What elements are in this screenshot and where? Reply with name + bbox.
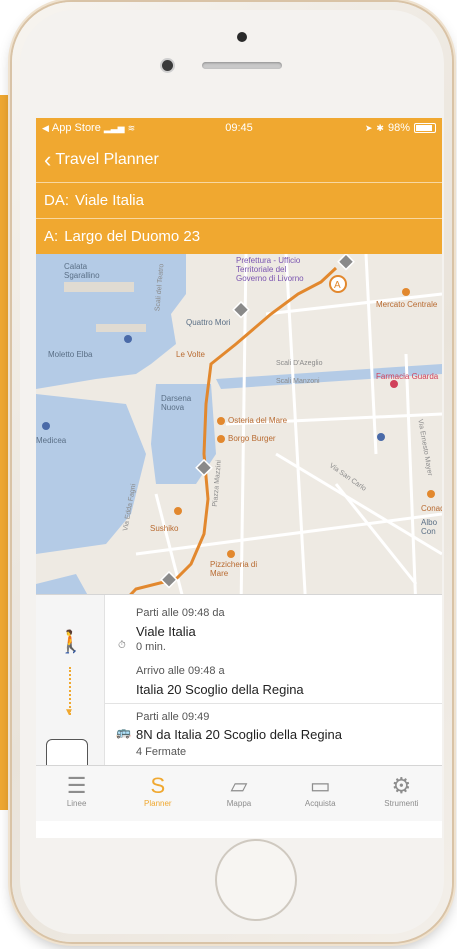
- chevron-left-icon[interactable]: ‹: [44, 149, 51, 171]
- route-icon: S: [150, 773, 166, 798]
- front-camera: [162, 60, 173, 71]
- street: [364, 254, 378, 455]
- tab-planner[interactable]: S Planner: [117, 766, 198, 821]
- tab-label: Acquista: [304, 799, 336, 808]
- tab-mappa[interactable]: ▱ Mappa: [198, 766, 279, 821]
- poi-dot: [390, 380, 398, 388]
- street: [135, 512, 442, 556]
- walk-duration: 0 min.: [136, 641, 166, 653]
- poi-dot: [124, 335, 132, 343]
- map-label: Mercato Centrale: [376, 300, 438, 309]
- map-label: Quattro Mori: [186, 318, 231, 327]
- list-icon: ☰: [66, 773, 87, 798]
- bus-small-icon: 🚌: [116, 725, 131, 739]
- poi-dot: [377, 433, 385, 441]
- walk-icon: 🚶: [57, 629, 85, 654]
- camera-dot: [237, 32, 247, 42]
- earpiece-speaker: [202, 62, 282, 69]
- map-label: Borgo Burger: [228, 434, 276, 443]
- map-label: Sushiko: [150, 524, 179, 533]
- route-map[interactable]: A Calata Sgarallino Prefettura - Ufficio…: [36, 254, 442, 610]
- home-button[interactable]: [215, 839, 297, 921]
- map-label: Calata Sgarallino: [64, 262, 100, 280]
- destination-value: Largo del Duomo 23: [64, 228, 201, 245]
- origin-value: Viale Italia: [75, 192, 144, 209]
- pier: [96, 324, 146, 332]
- stop-marker: [337, 254, 355, 271]
- bluetooth-icon: ✱: [376, 122, 384, 133]
- poi-dot: [217, 435, 225, 443]
- app-screen: ◀ App Store ▂▃▅ ≋ 09:45 ➤ ✱ 98% ‹ Travel…: [36, 118, 442, 838]
- walk-arrive-time: Arrivo alle 09:48 a: [136, 665, 225, 677]
- origin-field[interactable]: DA: Viale Italia: [36, 182, 442, 218]
- status-bar: ◀ App Store ▂▃▅ ≋ 09:45 ➤ ✱ 98%: [36, 118, 442, 138]
- walk-depart-time: Parti alle 09:48 da: [136, 607, 225, 619]
- street: [284, 254, 308, 610]
- map-label: Albo Con: [421, 518, 438, 536]
- map-label: Moletto Elba: [48, 350, 93, 359]
- stop-marker: [160, 570, 178, 589]
- destination-field[interactable]: A: Largo del Duomo 23: [36, 218, 442, 254]
- back-button[interactable]: Travel Planner: [55, 151, 158, 169]
- map-label: Scali Manzoni: [276, 378, 320, 385]
- tab-acquista[interactable]: ▭ Acquista: [280, 766, 361, 821]
- tab-linee[interactable]: ☰ Linee: [36, 766, 117, 821]
- arrow-down-icon: ▼: [64, 707, 74, 718]
- map-label: Osteria del Mare: [228, 416, 288, 425]
- map-label: Prefettura - Ufficio Territoriale del Go…: [236, 256, 304, 283]
- bus-line: 8N da Italia 20 Scoglio della Regina: [136, 727, 342, 742]
- tab-bar: ☰ Linee S Planner ▱ Mappa ▭ Acquista ⚙ S…: [36, 765, 442, 821]
- poi-dot: [227, 550, 235, 558]
- poi-dot: [42, 422, 50, 430]
- gear-icon: ⚙: [391, 773, 412, 798]
- tab-label: Planner: [144, 799, 172, 808]
- nav-bar: ‹ Travel Planner: [36, 138, 442, 182]
- signal-icon: ▂▃▅: [103, 122, 125, 133]
- map-label: Farmacia Guarda: [376, 372, 439, 381]
- status-carrier: App Store: [51, 122, 101, 134]
- battery-icon: [414, 123, 436, 133]
- bus-stops-count: 4 Fermate: [136, 746, 187, 758]
- status-battery: 98%: [387, 122, 410, 134]
- poi-dot: [217, 417, 225, 425]
- tab-label: Strumenti: [384, 799, 419, 808]
- tab-strumenti[interactable]: ⚙ Strumenti: [361, 766, 442, 821]
- map-label: Pizzicheria di Mare: [210, 560, 258, 578]
- map-label: Conad: [421, 504, 442, 513]
- timer-icon: ⏱: [118, 640, 126, 651]
- street: [334, 483, 418, 585]
- walk-to-stop: Italia 20 Scoglio della Regina: [136, 682, 304, 697]
- coast-water: [36, 394, 146, 554]
- tab-label: Mappa: [226, 799, 252, 808]
- map-label: Le Volte: [176, 350, 205, 359]
- poi-dot: [402, 288, 410, 296]
- origin-prefix: DA:: [44, 192, 70, 209]
- tab-label: Linee: [66, 799, 87, 808]
- pier: [64, 282, 134, 292]
- ticket-icon: ▭: [309, 773, 331, 798]
- poi-dot: [427, 490, 435, 498]
- destination-prefix: A:: [44, 228, 59, 245]
- step-divider: [104, 703, 442, 704]
- map-label: Darsena Nuova: [161, 394, 192, 412]
- bus-depart-time: Parti alle 09:49: [136, 711, 210, 723]
- destination-marker-letter: A: [334, 280, 341, 291]
- walk-from-stop: Viale Italia: [136, 624, 196, 639]
- itinerary-panel[interactable]: 🚶 ▼ Parti alle 09:48 da Viale Italia ⏱ 0…: [36, 594, 442, 771]
- wifi-icon: ≋: [127, 122, 136, 133]
- status-time: 09:45: [225, 122, 253, 134]
- back-to-app-icon[interactable]: ◀: [42, 123, 49, 134]
- location-icon: ➤: [364, 122, 373, 133]
- poi-dot: [174, 507, 182, 515]
- map-label: Medicea: [36, 436, 67, 445]
- map-label: Scali D'Azeglio: [276, 360, 323, 367]
- map-icon: ▱: [230, 773, 248, 798]
- itinerary-timeline: 🚶 ▼: [36, 595, 105, 771]
